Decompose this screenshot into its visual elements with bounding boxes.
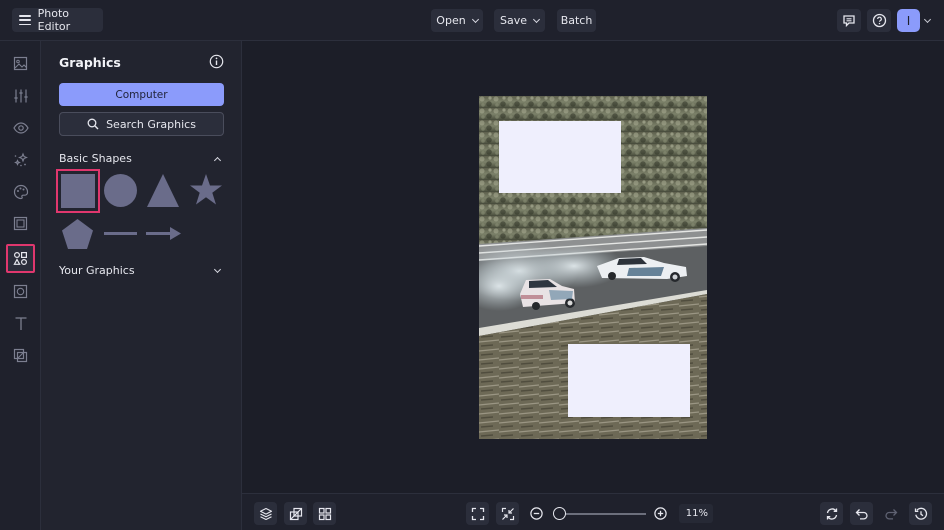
rail-item-frames[interactable]	[6, 209, 35, 238]
adjustments-icon	[13, 89, 28, 102]
batch-label: Batch	[560, 14, 593, 27]
undo-icon	[855, 508, 868, 520]
history-icon	[914, 507, 927, 520]
rail-item-graphics[interactable]	[6, 244, 35, 273]
section-label: Your Graphics	[59, 264, 135, 277]
search-icon	[87, 118, 99, 130]
help-icon	[872, 13, 886, 28]
bottom-toolbar: 11%	[242, 493, 944, 530]
search-label: Search Graphics	[106, 117, 196, 131]
history-button[interactable]	[909, 502, 932, 525]
chevron-down-icon[interactable]	[923, 15, 932, 24]
save-button[interactable]: Save	[494, 9, 545, 32]
chevron-down-icon	[213, 265, 222, 273]
canvas-area	[242, 41, 944, 493]
zoom-slider-thumb[interactable]	[553, 507, 566, 520]
grid-button[interactable]	[313, 502, 336, 525]
feedback-button[interactable]	[837, 9, 861, 32]
rail-item-touch-up[interactable]	[6, 145, 35, 174]
chevron-down-icon	[532, 15, 541, 23]
fullscreen-icon	[471, 507, 484, 520]
drift-cars-photo	[479, 96, 707, 439]
zoom-slider-track[interactable]	[564, 513, 646, 515]
rail-item-effects[interactable]	[6, 113, 35, 142]
help-button[interactable]	[867, 9, 891, 32]
shape-line[interactable]	[104, 232, 137, 235]
zoom-value: 11%	[685, 508, 708, 519]
reset-button[interactable]	[820, 502, 843, 525]
undo-button[interactable]	[850, 502, 873, 525]
feedback-icon	[843, 14, 855, 27]
shape-star[interactable]	[189, 173, 223, 207]
layers-button[interactable]	[254, 502, 277, 525]
shape-triangle[interactable]	[146, 173, 180, 208]
hamburger-icon	[19, 15, 31, 25]
image-icon	[13, 56, 28, 71]
batch-button[interactable]: Batch	[557, 9, 596, 32]
frame-icon	[13, 216, 28, 231]
search-graphics-button[interactable]: Search Graphics	[59, 112, 224, 136]
redo-button[interactable]	[879, 502, 902, 525]
shape-square[interactable]	[61, 174, 95, 208]
zoom-in-icon[interactable]	[654, 507, 667, 520]
refresh-icon	[826, 507, 837, 520]
zoom-out-icon[interactable]	[530, 507, 543, 520]
rectangle-shape-bottom[interactable]	[568, 344, 690, 417]
palette-icon	[13, 184, 28, 199]
app-title: Photo Editor	[37, 7, 71, 33]
open-label: Open	[436, 14, 466, 27]
computer-button[interactable]: Computer	[59, 83, 224, 106]
avatar-initial: I	[906, 13, 911, 28]
chevron-up-icon	[213, 156, 222, 164]
rail-item-text[interactable]	[6, 309, 35, 338]
rail-item-adjust[interactable]	[6, 81, 35, 110]
shape-circle[interactable]	[104, 174, 137, 207]
rail-item-textures[interactable]	[6, 277, 35, 306]
graphics-icon	[13, 251, 28, 266]
sparkles-icon	[13, 152, 28, 166]
computer-label: Computer	[115, 88, 168, 101]
overlay-icon	[13, 348, 28, 363]
section-label: Basic Shapes	[59, 152, 132, 165]
rail-item-artsy[interactable]	[6, 177, 35, 206]
shape-pentagon[interactable]	[61, 218, 94, 250]
app-menu-button[interactable]: Photo Editor	[12, 7, 103, 33]
grid-icon	[318, 507, 331, 520]
avatar[interactable]: I	[897, 9, 920, 32]
shape-arrow[interactable]	[146, 227, 181, 240]
eye-icon	[12, 121, 29, 134]
tool-rail	[0, 41, 41, 530]
texture-icon	[13, 284, 28, 299]
rail-item-overlays[interactable]	[6, 341, 35, 370]
fit-to-screen-button[interactable]	[466, 502, 489, 525]
text-icon	[15, 317, 26, 330]
panel-title: Graphics	[59, 55, 121, 70]
rail-item-edit[interactable]	[6, 49, 35, 78]
save-label: Save	[499, 14, 527, 27]
graphics-panel: Graphics Computer Search Graphics Basic …	[41, 41, 242, 530]
top-bar: Photo Editor Open Save Batch I	[0, 0, 944, 41]
crop-layer-button[interactable]	[284, 502, 307, 525]
actual-size-button[interactable]	[496, 502, 519, 525]
layers-icon	[259, 507, 272, 520]
photo-canvas[interactable]	[479, 96, 707, 439]
transform-icon	[289, 507, 302, 520]
redo-icon	[884, 508, 897, 520]
section-basic-shapes[interactable]: Basic Shapes	[59, 152, 224, 165]
info-icon[interactable]	[209, 54, 224, 69]
rectangle-shape-top[interactable]	[499, 121, 621, 193]
zoom-percentage-field[interactable]: 11%	[679, 504, 713, 523]
open-button[interactable]: Open	[431, 9, 483, 32]
shrink-icon	[501, 507, 514, 520]
chevron-down-icon	[471, 15, 479, 23]
section-your-graphics[interactable]: Your Graphics	[59, 264, 224, 277]
